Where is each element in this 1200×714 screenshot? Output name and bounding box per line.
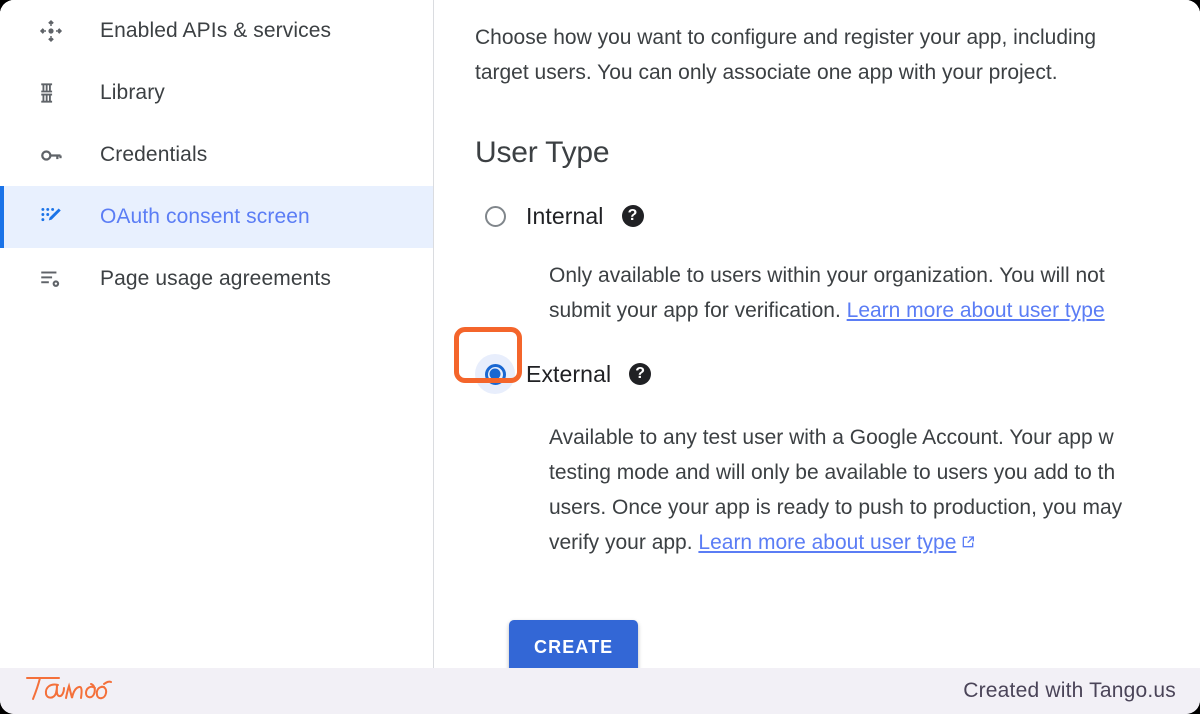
- help-icon[interactable]: ?: [629, 363, 652, 385]
- footer-credit-text: Created with Tango.us: [963, 679, 1176, 702]
- sidebar-item-label: OAuth consent screen: [100, 205, 310, 228]
- external-desc-line-3: users. Once your app is ready to push to…: [549, 496, 1123, 519]
- sidebar-item-label: Library: [100, 81, 165, 104]
- help-icon[interactable]: ?: [621, 205, 644, 227]
- learn-more-user-type-link-internal[interactable]: Learn more about user type: [847, 299, 1105, 322]
- sidebar-item-enabled-apis-services[interactable]: Enabled APIs & services: [0, 0, 433, 62]
- intro-line-2: target users. You can only associate one…: [475, 61, 1058, 84]
- create-button-wrapper: CREATE: [509, 620, 1200, 668]
- api-hub-icon: [36, 16, 66, 46]
- intro-line-1: Choose how you want to configure and reg…: [475, 26, 1097, 49]
- external-description: Available to any test user with a Google…: [549, 420, 1200, 560]
- footer-bar: Created with Tango.us: [0, 668, 1200, 714]
- radio-internal-label: Internal: [526, 202, 604, 229]
- oauth-consent-icon: [36, 202, 66, 232]
- intro-paragraph: Choose how you want to configure and reg…: [475, 20, 1200, 90]
- sidebar-item-oauth-consent-screen[interactable]: OAuth consent screen: [0, 186, 433, 248]
- learn-more-user-type-link-external[interactable]: Learn more about user type: [698, 531, 956, 554]
- sidebar-item-label: Credentials: [100, 143, 208, 166]
- app-window: Enabled APIs & services Library Credenti…: [0, 0, 1200, 714]
- internal-description: Only available to users within your orga…: [549, 258, 1200, 328]
- sidebar-item-page-usage-agreements[interactable]: Page usage agreements: [0, 248, 433, 310]
- sidebar-item-label: Page usage agreements: [100, 267, 331, 290]
- user-type-heading: User Type: [475, 136, 610, 169]
- radio-option-external[interactable]: External ?: [475, 354, 1200, 394]
- sidebar-item-label: Enabled APIs & services: [100, 19, 332, 42]
- internal-desc-line-2: submit your app for verification. Learn …: [549, 293, 1200, 328]
- tango-logo: [18, 672, 114, 711]
- main-content: Choose how you want to configure and reg…: [435, 0, 1200, 668]
- page-usage-agreements-icon: [36, 264, 66, 294]
- radio-external-circle-icon: [484, 363, 506, 385]
- external-link-icon: [960, 526, 976, 548]
- sidebar-item-library[interactable]: Library: [0, 62, 433, 124]
- create-button[interactable]: CREATE: [509, 620, 639, 668]
- library-icon: [36, 78, 66, 108]
- key-icon: [36, 140, 66, 170]
- sidebar-navigation: Enabled APIs & services Library Credenti…: [0, 0, 434, 668]
- radio-internal-circle-icon: [484, 205, 506, 227]
- radio-external-label: External: [526, 360, 612, 387]
- external-desc-line-2: testing mode and will only be available …: [549, 461, 1116, 484]
- internal-desc-text: submit your app for verification.: [549, 299, 847, 322]
- radio-internal-button[interactable]: [475, 196, 515, 236]
- radio-external-button[interactable]: [475, 354, 515, 394]
- external-desc-line-1: Available to any test user with a Google…: [549, 426, 1114, 449]
- external-desc-text: verify your app.: [549, 531, 699, 554]
- external-desc-line-4: verify your app. Learn more about user t…: [549, 525, 1200, 560]
- main-body: Enabled APIs & services Library Credenti…: [0, 0, 1200, 668]
- internal-desc-line-1: Only available to users within your orga…: [549, 264, 1105, 287]
- sidebar-item-credentials[interactable]: Credentials: [0, 124, 433, 186]
- radio-option-internal[interactable]: Internal ?: [475, 196, 1200, 236]
